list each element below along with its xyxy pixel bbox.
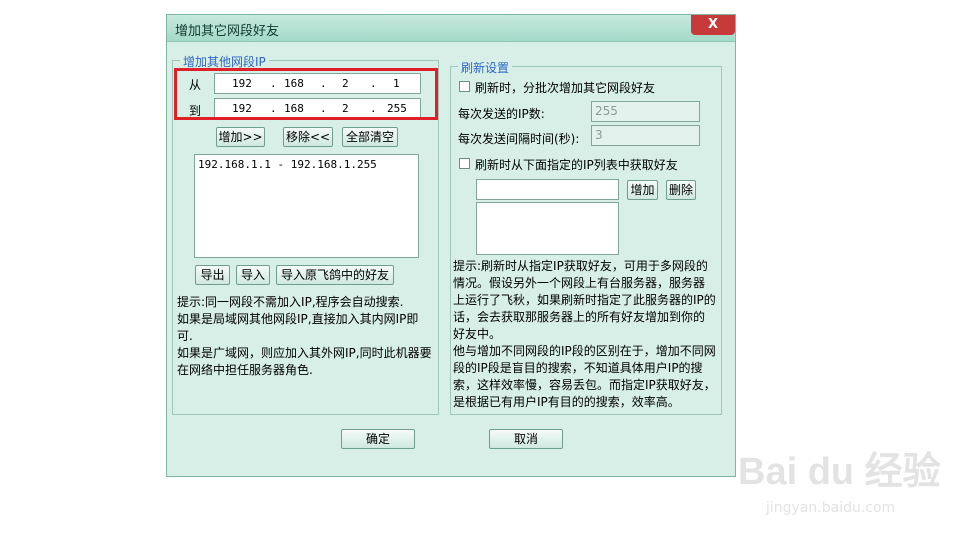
delete-ip-button[interactable]: 删除 [666, 180, 696, 200]
remove-range-button[interactable]: 移除<< [283, 127, 333, 147]
ok-button[interactable]: 确定 [341, 429, 415, 449]
ip-list-checkbox[interactable] [459, 158, 470, 169]
add-ip-button[interactable]: 增加 [627, 180, 658, 200]
interval-field[interactable]: 3 [591, 125, 700, 146]
ip-count-label: 每次发送的IP数: [458, 107, 545, 121]
ip-list-label: 刷新时从下面指定的IP列表中获取好友 [475, 158, 678, 172]
interval-label: 每次发送间隔时间(秒): [458, 132, 580, 146]
batch-add-label: 刷新时，分批次增加其它网段好友 [475, 81, 656, 95]
list-item[interactable]: 192.168.1.1 - 192.168.1.255 [198, 158, 377, 171]
import-button[interactable]: 导入 [236, 265, 270, 285]
red-highlight-box [174, 68, 438, 120]
batch-add-checkbox[interactable] [459, 81, 470, 92]
title-bar[interactable]: 增加其它网段好友 X [167, 15, 735, 42]
refresh-settings-legend: 刷新设置 [458, 59, 513, 76]
ip-list-input[interactable] [476, 179, 619, 200]
baidu-watermark-url: jingyan.baidu.com [766, 500, 896, 516]
clear-all-button[interactable]: 全部清空 [342, 127, 398, 147]
right-hint-text: 提示:刷新时从指定IP获取好友，可用于多网段的 情况。假设另外一个网段上有台服务… [453, 259, 716, 409]
close-button[interactable]: X [691, 15, 735, 35]
export-button[interactable]: 导出 [195, 265, 230, 285]
left-hint-text: 提示:同一网段不需加入IP,程序会自动搜索. 如果是局域网其他网段IP,直接加入… [177, 295, 432, 377]
ip-range-list[interactable]: 192.168.1.1 - 192.168.1.255 [194, 154, 419, 258]
ip-count-field[interactable]: 255 [591, 101, 700, 122]
cancel-button[interactable]: 取消 [489, 429, 563, 449]
ip-list-box[interactable] [476, 202, 619, 255]
baidu-watermark-logo: Bai du 经验 [738, 451, 941, 493]
dialog-title: 增加其它网段好友 [175, 24, 280, 39]
import-feige-friends-button[interactable]: 导入原飞鸽中的好友 [276, 265, 394, 285]
add-range-button[interactable]: 增加>> [216, 127, 265, 147]
